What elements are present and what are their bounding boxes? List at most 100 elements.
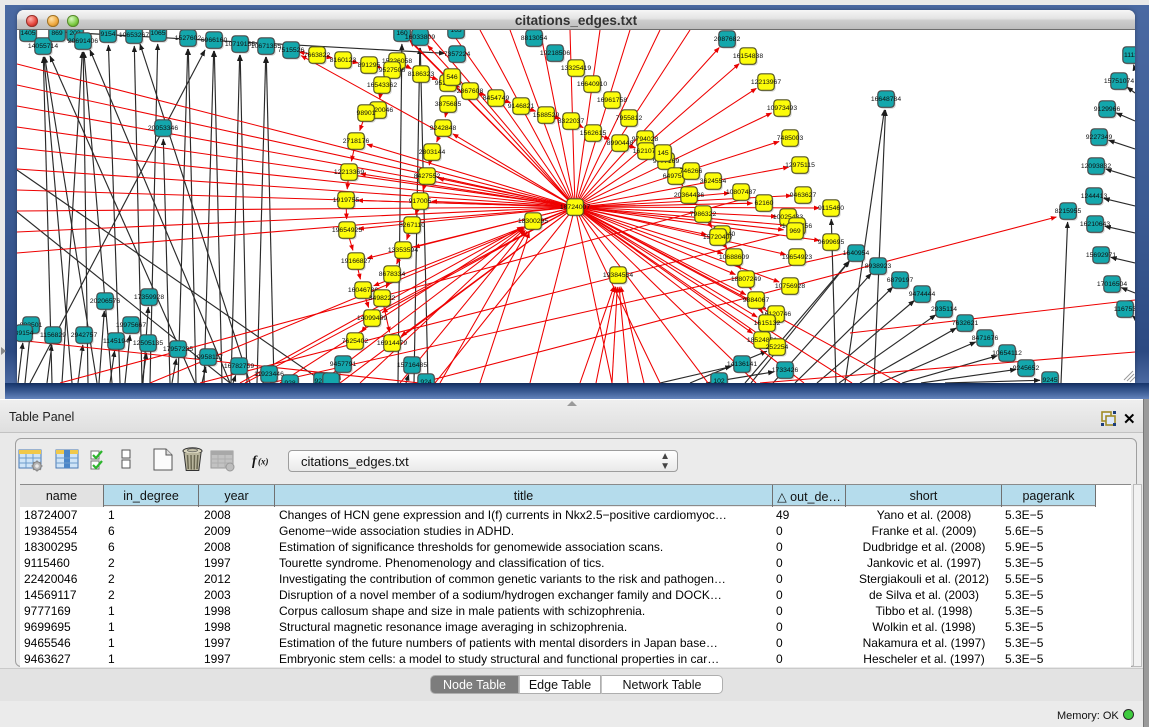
svg-text:10756928: 10756928	[775, 283, 805, 290]
svg-text:15692971: 15692971	[1086, 252, 1116, 259]
svg-text:10654112: 10654112	[992, 350, 1022, 357]
svg-text:8215955: 8215955	[1055, 208, 1082, 215]
svg-text:16648784: 16648784	[871, 96, 901, 103]
svg-text:12213967: 12213967	[751, 79, 781, 86]
svg-text:14099489: 14099489	[357, 315, 387, 322]
svg-text:924: 924	[420, 379, 432, 383]
svg-text:12093832: 12093832	[1081, 163, 1111, 170]
svg-text:9884067: 9884067	[743, 297, 770, 304]
svg-text:16210643: 16210643	[1080, 221, 1110, 228]
svg-text:8454749: 8454749	[483, 95, 510, 102]
svg-text:2803144: 2803144	[419, 149, 446, 156]
svg-text:116753: 116753	[1114, 306, 1135, 313]
svg-text:3624554: 3624554	[700, 178, 727, 185]
svg-text:8322037: 8322037	[558, 118, 585, 125]
svg-text:1156829: 1156829	[40, 332, 66, 339]
svg-text:10973493: 10973493	[767, 105, 797, 112]
svg-text:18807249: 18807249	[731, 276, 761, 283]
svg-text:8267110: 8267110	[399, 222, 425, 229]
svg-text:19654923: 19654923	[782, 254, 812, 261]
svg-text:7632621: 7632621	[952, 320, 979, 327]
svg-text:8678334: 8678334	[379, 271, 406, 278]
svg-text:9245: 9245	[1042, 377, 1057, 383]
svg-text:19384554: 19384554	[603, 272, 633, 279]
svg-text:62160: 62160	[755, 200, 774, 207]
svg-text:10671355: 10671355	[251, 43, 281, 50]
svg-text:9129966: 9129966	[1094, 106, 1121, 113]
svg-text:3498222: 3498222	[369, 295, 396, 302]
svg-text:928: 928	[284, 380, 296, 383]
svg-text:10688609: 10688609	[719, 254, 749, 261]
svg-text:8938923: 8938923	[865, 263, 892, 270]
svg-text:15720407: 15720407	[703, 234, 733, 241]
svg-text:163: 163	[450, 30, 462, 34]
svg-text:16543362: 16543362	[367, 82, 397, 89]
svg-text:17957225: 17957225	[163, 346, 193, 353]
svg-text:17359928: 17359928	[134, 294, 164, 301]
svg-text:20206576: 20206576	[90, 298, 120, 305]
svg-text:10653267: 10653267	[119, 32, 149, 39]
svg-text:19654925: 19654925	[332, 227, 362, 234]
svg-text:19166827: 19166827	[341, 258, 371, 265]
svg-text:869: 869	[51, 30, 63, 37]
svg-text:1562615: 1562615	[580, 130, 607, 137]
svg-text:2718176: 2718176	[343, 138, 370, 145]
svg-text:9242848: 9242848	[430, 125, 457, 132]
svg-text:9794028: 9794028	[632, 136, 659, 143]
svg-text:18724007: 18724007	[560, 204, 590, 211]
svg-text:39154: 39154	[17, 330, 34, 337]
svg-text:917005: 917005	[409, 198, 432, 205]
svg-text:7986322: 7986322	[690, 211, 717, 218]
svg-text:(x): (x)	[258, 457, 269, 467]
svg-text:6879197: 6879197	[887, 277, 914, 284]
svg-text:9699695: 9699695	[818, 239, 845, 246]
svg-text:16154838: 16154838	[733, 53, 763, 60]
svg-text:1640954: 1640954	[843, 250, 870, 257]
svg-text:98901: 98901	[357, 110, 376, 117]
svg-text:1615132: 1615132	[754, 320, 781, 327]
svg-text:8186323: 8186323	[408, 71, 435, 78]
svg-text:7357224: 7357224	[444, 51, 471, 58]
svg-text:20053346: 20053346	[148, 125, 178, 132]
svg-text:9457791: 9457791	[330, 361, 357, 368]
svg-text:1405: 1405	[20, 30, 35, 37]
svg-text:10807487: 10807487	[726, 189, 756, 196]
svg-text:20364436: 20364436	[674, 192, 704, 199]
svg-text:7663822: 7663822	[304, 52, 331, 59]
svg-text:7955812: 7955812	[616, 115, 643, 122]
svg-text:6966160: 6966160	[201, 37, 228, 44]
svg-text:9227349: 9227349	[1086, 134, 1113, 141]
svg-text:12975115: 12975115	[785, 162, 815, 169]
svg-text:891295: 891295	[358, 62, 381, 69]
svg-text:15751074: 15751074	[1104, 78, 1134, 85]
svg-text:12213369: 12213369	[334, 169, 364, 176]
svg-text:9463627: 9463627	[790, 192, 817, 199]
svg-text:1065: 1065	[150, 30, 165, 37]
svg-text:16961758: 16961758	[597, 97, 627, 104]
svg-text:1527602: 1527602	[175, 35, 202, 42]
svg-text:16640910: 16640910	[577, 81, 607, 88]
svg-text:1588520: 1588520	[533, 112, 560, 119]
svg-text:18300295: 18300295	[518, 218, 548, 225]
svg-text:13353594: 13353594	[388, 247, 418, 254]
svg-text:2087682: 2087682	[714, 36, 741, 43]
svg-text:2867608: 2867608	[457, 88, 484, 95]
svg-text:8990448: 8990448	[607, 140, 634, 147]
svg-text:8813054: 8813054	[521, 35, 548, 42]
svg-text:969: 969	[789, 228, 801, 235]
svg-text:746266: 746266	[680, 168, 703, 175]
svg-text:9527506: 9527506	[379, 67, 406, 74]
svg-text:17016504: 17016504	[1097, 281, 1127, 288]
svg-text:7485003: 7485003	[777, 135, 804, 142]
svg-text:15716485: 15716485	[397, 362, 427, 369]
svg-text:14136141: 14136141	[727, 361, 757, 368]
svg-text:9154: 9154	[100, 31, 115, 38]
svg-text:9146821: 9146821	[508, 103, 535, 110]
svg-text:20691406: 20691406	[68, 38, 98, 45]
svg-text:1919755: 1919755	[333, 197, 360, 204]
svg-text:1244413: 1244413	[1081, 193, 1108, 200]
svg-text:1112: 1112	[1124, 52, 1135, 59]
svg-text:14055714: 14055714	[28, 43, 58, 50]
svg-text:7515526: 7515526	[278, 47, 305, 54]
svg-text:8427552: 8427552	[414, 173, 441, 180]
